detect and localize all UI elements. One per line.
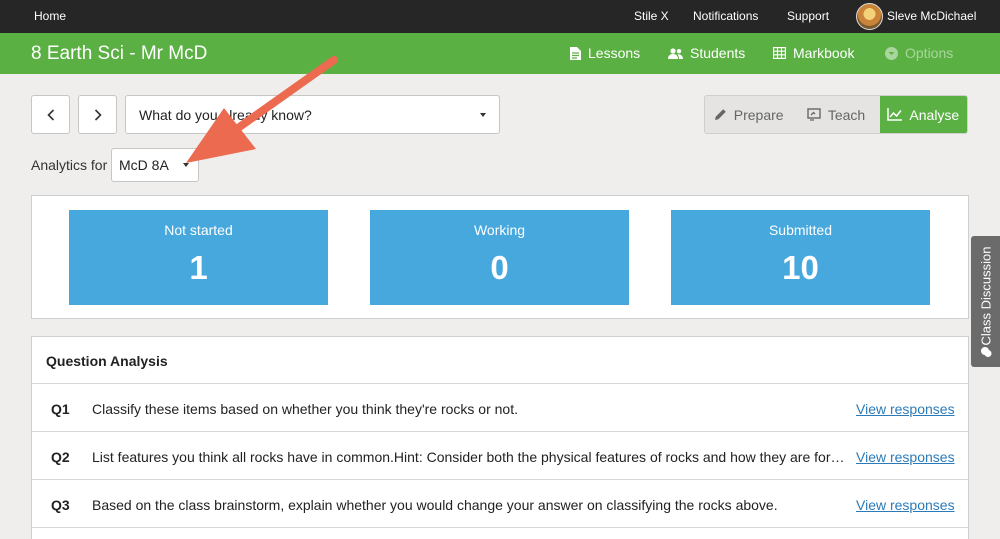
nav-markbook-label: Markbook [793,45,855,61]
presentation-icon [807,108,821,121]
caret-down-icon [480,112,486,117]
question-text: Classify these items based on whether yo… [92,401,518,417]
question-number: Q3 [51,497,70,513]
mode-analyse[interactable]: Analyse [879,96,967,133]
view-responses-link[interactable]: View responses [856,401,955,417]
lesson-select[interactable]: What do you already know? [125,95,500,134]
document-icon [570,46,581,60]
view-responses-link[interactable]: View responses [856,497,955,513]
question-analysis-panel: Question Analysis Q1 Classify these item… [31,336,969,539]
submission-stats-panel: Not started 1 Working 0 Submitted 10 [31,195,969,319]
nav-lessons[interactable]: Lessons [570,45,640,61]
chart-icon [887,108,903,121]
nav-students[interactable]: Students [668,45,745,61]
mode-teach-label: Teach [827,106,866,123]
mode-switch: Prepare Teach Analyse [704,95,968,134]
home-link[interactable]: Home [34,9,66,23]
nav-students-label: Students [690,45,746,61]
caret-down-icon [183,163,189,167]
class-select[interactable]: McD 8A [111,148,199,182]
stat-label: Not started [164,222,233,238]
class-discussion-tab[interactable]: Class Discussion [971,236,1000,367]
class-select-value: McD 8A [119,157,169,173]
chevron-right-icon [94,108,102,121]
user-name[interactable]: Sleve McDichael [887,9,976,23]
next-button[interactable] [78,95,117,134]
question-text: List features you think all rocks have i… [92,449,848,465]
stat-label: Submitted [768,222,833,238]
analytics-for-label: Analytics for [31,157,108,173]
question-text: Based on the class brainstorm, explain w… [92,497,778,513]
stat-working[interactable]: Working 0 [370,210,629,305]
view-responses-link[interactable]: View responses [856,449,955,465]
question-row: Q2 List features you think all rocks hav… [32,432,968,480]
lesson-select-value: What do you already know? [139,106,312,123]
class-discussion-label: Class Discussion [978,246,993,345]
chevron-left-icon [46,108,54,121]
stat-submitted[interactable]: Submitted 10 [671,210,930,305]
nav-options-label: Options [905,45,954,61]
stile-x-link[interactable]: Stile X [634,9,669,23]
mode-teach[interactable]: Teach [792,96,879,133]
top-bar: Home Stile X Notifications Support Sleve… [0,0,1000,33]
pencil-icon [714,109,726,120]
question-number: Q2 [51,449,70,465]
course-title: 8 Earth Sci - Mr McD [31,43,208,64]
nav-lessons-label: Lessons [588,45,641,61]
mode-prepare-label: Prepare [733,106,784,123]
stat-value: 0 [490,249,509,286]
question-analysis-title: Question Analysis [32,337,968,384]
course-header: 8 Earth Sci - Mr McD Lessons Students Ma… [0,33,1000,74]
question-row: Q1 Classify these items based on whether… [32,384,968,432]
avatar[interactable] [856,3,883,30]
stat-not-started[interactable]: Not started 1 [69,210,328,305]
grid-icon [773,47,786,59]
mode-analyse-label: Analyse [909,106,960,123]
chevron-circle-icon [885,46,898,60]
support-link[interactable]: Support [787,9,829,23]
people-icon [668,47,683,59]
chat-icon [981,347,992,357]
stat-value: 1 [189,249,208,286]
stat-value: 10 [782,249,819,286]
previous-button[interactable] [31,95,70,134]
mode-prepare[interactable]: Prepare [705,96,792,133]
nav-options[interactable]: Options [885,45,953,61]
stat-label: Working [473,222,526,238]
question-number: Q1 [51,401,70,417]
question-row: Q3 Based on the class brainstorm, explai… [32,480,968,528]
notifications-link[interactable]: Notifications [693,9,758,23]
nav-markbook[interactable]: Markbook [773,45,854,61]
